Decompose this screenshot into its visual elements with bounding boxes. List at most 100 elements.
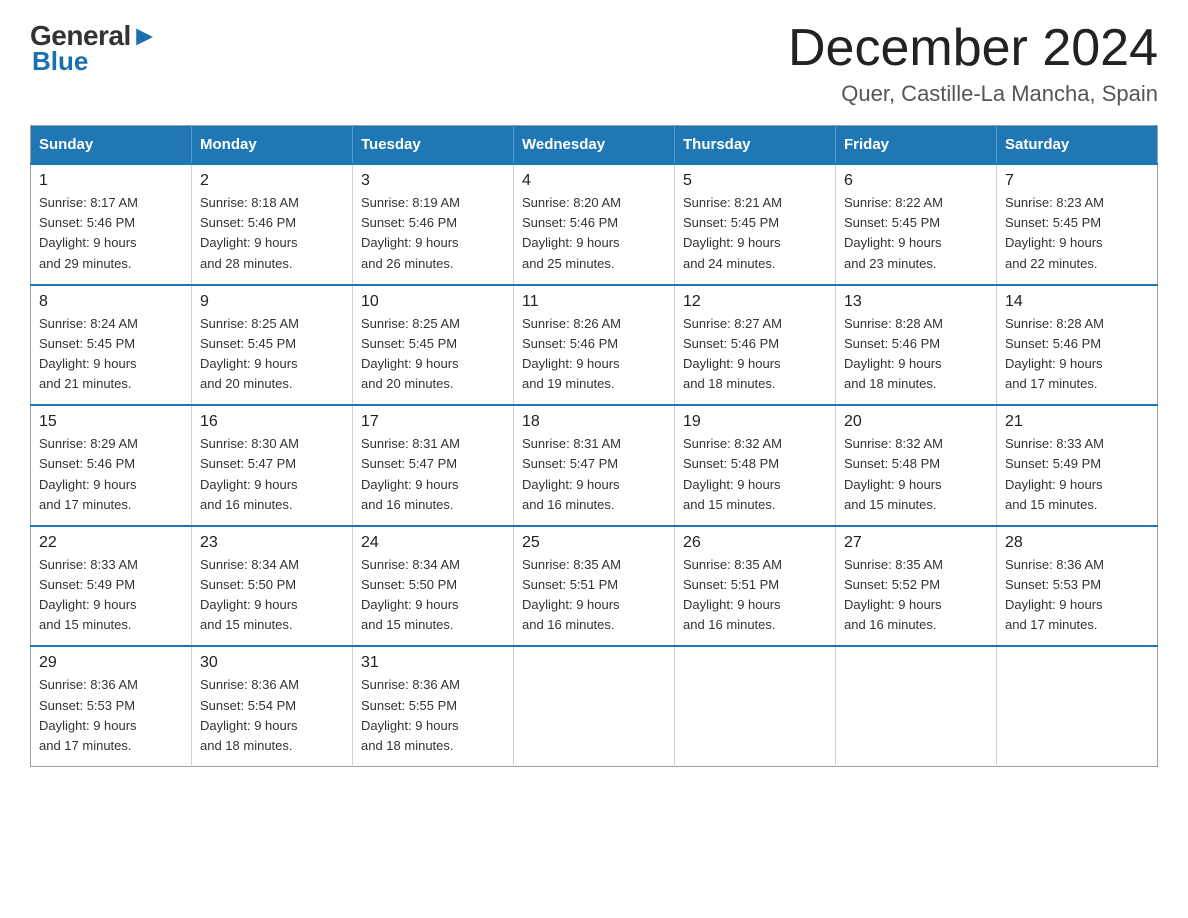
calendar-week-4: 22 Sunrise: 8:33 AMSunset: 5:49 PMDayligh… [31,526,1158,647]
col-sunday: Sunday [31,126,192,165]
day-number: 1 [39,172,183,190]
day-number: 2 [200,172,344,190]
day-info: Sunrise: 8:18 AMSunset: 5:46 PMDaylight:… [200,193,344,274]
calendar-table: Sunday Monday Tuesday Wednesday Thursday… [30,125,1158,767]
day-number: 9 [200,293,344,311]
calendar-cell: 29 Sunrise: 8:36 AMSunset: 5:53 PMDayligh… [31,646,192,766]
calendar-cell: 18Sunrise: 8:31 AMSunset: 5:47 PMDayligh… [514,405,675,526]
day-number: 21 [1005,413,1149,431]
day-info: Sunrise: 8:19 AMSunset: 5:46 PMDaylight:… [361,193,505,274]
day-info: Sunrise: 8:32 AMSunset: 5:48 PMDaylight:… [844,434,988,515]
day-number: 10 [361,293,505,311]
calendar-cell: 25 Sunrise: 8:35 AMSunset: 5:51 PMDayligh… [514,526,675,647]
day-number: 17 [361,413,505,431]
calendar-cell: 19Sunrise: 8:32 AMSunset: 5:48 PMDayligh… [675,405,836,526]
calendar-cell: 30Sunrise: 8:36 AMSunset: 5:54 PMDayligh… [192,646,353,766]
calendar-body: 1Sunrise: 8:17 AMSunset: 5:46 PMDaylight… [31,164,1158,766]
day-number: 22 [39,534,183,552]
calendar-cell: 8 Sunrise: 8:24 AMSunset: 5:45 PMDaylight… [31,285,192,406]
day-number: 25 [522,534,666,552]
calendar-cell: 22 Sunrise: 8:33 AMSunset: 5:49 PMDayligh… [31,526,192,647]
day-info: Sunrise: 8:23 AMSunset: 5:45 PMDaylight:… [1005,193,1149,274]
day-info: Sunrise: 8:33 AMSunset: 5:49 PMDaylight:… [1005,434,1149,515]
calendar-cell [997,646,1158,766]
day-number: 16 [200,413,344,431]
header-row: Sunday Monday Tuesday Wednesday Thursday… [31,126,1158,165]
calendar-cell: 9 Sunrise: 8:25 AMSunset: 5:45 PMDaylight… [192,285,353,406]
calendar-cell: 28Sunrise: 8:36 AMSunset: 5:53 PMDayligh… [997,526,1158,647]
main-title: December 2024 [788,20,1158,77]
calendar-week-1: 1Sunrise: 8:17 AMSunset: 5:46 PMDaylight… [31,164,1158,285]
day-info: Sunrise: 8:21 AMSunset: 5:45 PMDaylight:… [683,193,827,274]
calendar-cell: 14 Sunrise: 8:28 AMSunset: 5:46 PMDayligh… [997,285,1158,406]
calendar-cell: 27 Sunrise: 8:35 AMSunset: 5:52 PMDayligh… [836,526,997,647]
day-number: 28 [1005,534,1149,552]
day-info: Sunrise: 8:36 AMSunset: 5:55 PMDaylight:… [361,675,505,756]
calendar-cell [675,646,836,766]
day-info: Sunrise: 8:29 AMSunset: 5:46 PMDaylight:… [39,434,183,515]
calendar-cell: 15 Sunrise: 8:29 AMSunset: 5:46 PMDayligh… [31,405,192,526]
calendar-week-3: 15 Sunrise: 8:29 AMSunset: 5:46 PMDayligh… [31,405,1158,526]
day-info: Sunrise: 8:28 AMSunset: 5:46 PMDaylight:… [844,314,988,395]
day-info: Sunrise: 8:26 AMSunset: 5:46 PMDaylight:… [522,314,666,395]
day-number: 23 [200,534,344,552]
col-wednesday: Wednesday [514,126,675,165]
calendar-cell: 3 Sunrise: 8:19 AMSunset: 5:46 PMDaylight… [353,164,514,285]
day-info: Sunrise: 8:25 AMSunset: 5:45 PMDaylight:… [200,314,344,395]
logo-blue-text: Blue [32,46,88,77]
calendar-cell: 17 Sunrise: 8:31 AMSunset: 5:47 PMDayligh… [353,405,514,526]
day-number: 27 [844,534,988,552]
calendar-cell: 23 Sunrise: 8:34 AMSunset: 5:50 PMDayligh… [192,526,353,647]
calendar-cell: 5 Sunrise: 8:21 AMSunset: 5:45 PMDaylight… [675,164,836,285]
col-monday: Monday [192,126,353,165]
day-number: 31 [361,654,505,672]
day-info: Sunrise: 8:34 AMSunset: 5:50 PMDaylight:… [200,555,344,636]
calendar-cell: 16Sunrise: 8:30 AMSunset: 5:47 PMDayligh… [192,405,353,526]
calendar-cell [836,646,997,766]
calendar-cell: 4Sunrise: 8:20 AMSunset: 5:46 PMDaylight… [514,164,675,285]
day-number: 12 [683,293,827,311]
calendar-cell [514,646,675,766]
calendar-cell: 7Sunrise: 8:23 AMSunset: 5:45 PMDaylight… [997,164,1158,285]
calendar-cell: 24Sunrise: 8:34 AMSunset: 5:50 PMDayligh… [353,526,514,647]
day-info: Sunrise: 8:31 AMSunset: 5:47 PMDaylight:… [361,434,505,515]
day-info: Sunrise: 8:28 AMSunset: 5:46 PMDaylight:… [1005,314,1149,395]
day-info: Sunrise: 8:35 AMSunset: 5:52 PMDaylight:… [844,555,988,636]
day-number: 11 [522,293,666,311]
day-number: 4 [522,172,666,190]
calendar-cell: 20 Sunrise: 8:32 AMSunset: 5:48 PMDayligh… [836,405,997,526]
day-number: 14 [1005,293,1149,311]
day-number: 6 [844,172,988,190]
calendar-cell: 2 Sunrise: 8:18 AMSunset: 5:46 PMDaylight… [192,164,353,285]
day-number: 18 [522,413,666,431]
day-info: Sunrise: 8:35 AMSunset: 5:51 PMDaylight:… [522,555,666,636]
calendar-cell: 12Sunrise: 8:27 AMSunset: 5:46 PMDayligh… [675,285,836,406]
calendar-week-5: 29 Sunrise: 8:36 AMSunset: 5:53 PMDayligh… [31,646,1158,766]
day-info: Sunrise: 8:24 AMSunset: 5:45 PMDaylight:… [39,314,183,395]
day-info: Sunrise: 8:22 AMSunset: 5:45 PMDaylight:… [844,193,988,274]
col-thursday: Thursday [675,126,836,165]
day-number: 24 [361,534,505,552]
calendar-week-2: 8 Sunrise: 8:24 AMSunset: 5:45 PMDaylight… [31,285,1158,406]
calendar-cell: 31 Sunrise: 8:36 AMSunset: 5:55 PMDayligh… [353,646,514,766]
logo: General► Blue [30,20,158,77]
page-header: General► Blue December 2024 Quer, Castil… [30,20,1158,107]
day-number: 29 [39,654,183,672]
day-number: 3 [361,172,505,190]
calendar-cell: 13 Sunrise: 8:28 AMSunset: 5:46 PMDayligh… [836,285,997,406]
day-number: 15 [39,413,183,431]
col-friday: Friday [836,126,997,165]
day-number: 13 [844,293,988,311]
day-info: Sunrise: 8:33 AMSunset: 5:49 PMDaylight:… [39,555,183,636]
calendar-header: Sunday Monday Tuesday Wednesday Thursday… [31,126,1158,165]
day-number: 8 [39,293,183,311]
day-info: Sunrise: 8:25 AMSunset: 5:45 PMDaylight:… [361,314,505,395]
day-info: Sunrise: 8:36 AMSunset: 5:53 PMDaylight:… [39,675,183,756]
day-number: 5 [683,172,827,190]
title-block: December 2024 Quer, Castille-La Mancha, … [788,20,1158,107]
day-number: 20 [844,413,988,431]
calendar-cell: 11 Sunrise: 8:26 AMSunset: 5:46 PMDayligh… [514,285,675,406]
logo-arrow: ► [131,20,158,51]
calendar-cell: 6 Sunrise: 8:22 AMSunset: 5:45 PMDaylight… [836,164,997,285]
day-info: Sunrise: 8:36 AMSunset: 5:54 PMDaylight:… [200,675,344,756]
